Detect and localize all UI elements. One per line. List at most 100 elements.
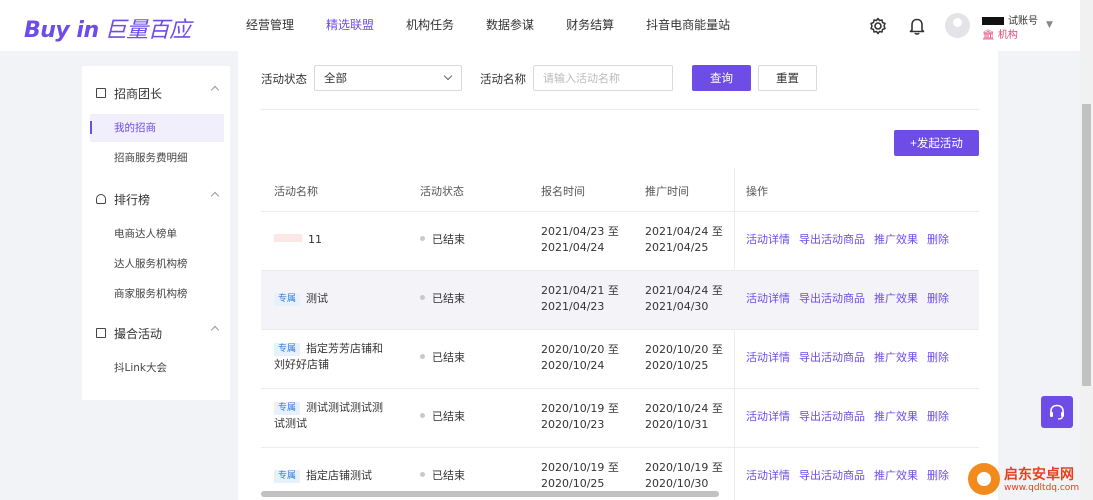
nav-item[interactable]: 财务结算 xyxy=(566,0,614,51)
status-dot-icon xyxy=(420,295,425,300)
activity-name-cell: 专属 测试测试测试测 试测试 xyxy=(274,400,399,432)
nav-item[interactable]: 机构任务 xyxy=(406,0,454,51)
watermark-title: 启东安卓网 xyxy=(1004,467,1074,483)
sidebar-group[interactable]: 招商团长 xyxy=(82,78,230,108)
status-dot-icon xyxy=(420,354,425,359)
actions-cell: 活动详情 导出活动商品 推广效果 删除 xyxy=(746,291,958,307)
activity-name: 测试 xyxy=(306,292,329,305)
sidebar-group[interactable]: 撮合活动 xyxy=(82,318,230,348)
chevron-up-icon[interactable] xyxy=(210,191,220,201)
headset-icon xyxy=(1050,404,1064,420)
promo-time-cell: 2021/04/24 至 2021/04/25 xyxy=(645,224,723,256)
export-products-link[interactable]: 导出活动商品 xyxy=(799,292,865,305)
status-cell: 已结束 xyxy=(420,350,465,366)
chevron-down-icon xyxy=(443,71,453,81)
delete-link[interactable]: 删除 xyxy=(927,410,949,423)
bell-icon[interactable] xyxy=(907,16,927,36)
activity-detail-link[interactable]: 活动详情 xyxy=(746,351,790,364)
account-name[interactable]: 试账号 xyxy=(982,12,1038,27)
signup-time-text: 2020/10/23 xyxy=(541,418,605,431)
export-products-link[interactable]: 导出活动商品 xyxy=(799,233,865,246)
chevron-up-icon[interactable] xyxy=(210,325,220,335)
column-header: 报名时间 xyxy=(541,185,585,198)
reset-button[interactable]: 重置 xyxy=(758,65,817,91)
sidebar-group-label: 撮合活动 xyxy=(114,326,163,341)
promo-time-cell: 2021/04/24 至 2021/04/30 xyxy=(645,283,723,315)
exclusive-tag: 专属 xyxy=(274,343,301,356)
activity-name: 11 xyxy=(308,233,322,246)
chevron-down-icon[interactable]: ▼ xyxy=(1046,20,1053,30)
actions-cell: 活动详情 导出活动商品 推广效果 删除 xyxy=(746,468,958,484)
signup-time-cell: 2020/10/19 至 2020/10/23 xyxy=(541,401,619,433)
search-button[interactable]: 查询 xyxy=(692,65,751,91)
delete-link[interactable]: 删除 xyxy=(927,292,949,305)
user-avatar-icon[interactable] xyxy=(945,13,970,38)
sidebar-item[interactable]: 招商服务费明细 xyxy=(90,144,224,172)
promotion-effect-link[interactable]: 推广效果 xyxy=(874,233,918,246)
promo-time-text: 2021/04/25 xyxy=(645,241,709,254)
activity-name-cell: 专属 指定店铺测试 xyxy=(274,468,399,484)
activity-detail-link[interactable]: 活动详情 xyxy=(746,292,790,305)
delete-link[interactable]: 删除 xyxy=(927,351,949,364)
nav-item[interactable]: 精选联盟 xyxy=(326,0,374,51)
signup-time-text: 2020/10/19 至 xyxy=(541,461,619,474)
account-type: 🏛 机构 xyxy=(982,30,1018,41)
table-horizontal-scrollbar[interactable] xyxy=(261,491,719,497)
column-header: 活动状态 xyxy=(420,185,464,198)
actions-cell: 活动详情 导出活动商品 推广效果 删除 xyxy=(746,409,958,425)
promotion-effect-link[interactable]: 推广效果 xyxy=(874,410,918,423)
status-filter-label: 活动状态 xyxy=(261,72,307,86)
promo-time-cell: 2020/10/19 至 2020/10/30 xyxy=(645,460,723,492)
signup-time-text: 2020/10/20 至 xyxy=(541,343,619,356)
sidebar-item[interactable]: 抖Link大会 xyxy=(90,354,224,382)
activity-name: 刘好好店铺 xyxy=(274,358,329,371)
page-scrollbar-thumb[interactable] xyxy=(1082,104,1091,386)
sidebar-item[interactable]: 电商达人榜单 xyxy=(90,220,224,248)
export-products-link[interactable]: 导出活动商品 xyxy=(799,351,865,364)
nav-item[interactable]: 数据参谋 xyxy=(486,0,534,51)
export-products-link[interactable]: 导出活动商品 xyxy=(799,469,865,482)
activity-name-input[interactable] xyxy=(533,65,673,91)
sidebar: 招商团长我的招商 招商服务费明细排行榜电商达人榜单 达人服务机构榜 商家服务机构榜撮合… xyxy=(82,66,230,400)
status-text: 已结束 xyxy=(432,233,465,246)
promotion-effect-link[interactable]: 推广效果 xyxy=(874,351,918,364)
activity-name-cell: 专属 测试 xyxy=(274,291,399,307)
delete-link[interactable]: 删除 xyxy=(927,469,949,482)
signup-time-text: 2020/10/25 xyxy=(541,477,605,490)
signup-time-text: 2020/10/24 xyxy=(541,359,605,372)
column-header: 推广时间 xyxy=(645,185,689,198)
chevron-up-icon[interactable] xyxy=(210,85,220,95)
signup-time-text: 2020/10/19 至 xyxy=(541,402,619,415)
name-filter-label: 活动名称 xyxy=(480,72,526,86)
activity-name-cell: 11 xyxy=(274,232,399,248)
actions-cell: 活动详情 导出活动商品 推广效果 删除 xyxy=(746,350,958,366)
status-dot-icon xyxy=(420,413,425,418)
activity-name: 指定店铺测试 xyxy=(306,469,373,482)
promo-time-text: 2020/10/30 xyxy=(645,477,709,490)
activity-detail-link[interactable]: 活动详情 xyxy=(746,410,790,423)
promo-time-text: 2020/10/20 至 xyxy=(645,343,723,356)
export-products-link[interactable]: 导出活动商品 xyxy=(799,410,865,423)
activity-name: 测试测试测试测 xyxy=(306,401,384,414)
sidebar-item[interactable]: 我的招商 xyxy=(90,114,224,142)
promotion-effect-link[interactable]: 推广效果 xyxy=(874,292,918,305)
nav-item[interactable]: 抖音电商能量站 xyxy=(646,0,730,51)
gear-icon[interactable] xyxy=(868,16,888,36)
watermark: 启东安卓网 www.qdltdq.com xyxy=(968,460,1093,500)
customer-support-button[interactable] xyxy=(1041,396,1073,428)
sidebar-item[interactable]: 达人服务机构榜 xyxy=(90,250,224,278)
activity-detail-link[interactable]: 活动详情 xyxy=(746,233,790,246)
promo-time-cell: 2020/10/20 至 2020/10/25 xyxy=(645,342,723,374)
sidebar-item[interactable]: 商家服务机构榜 xyxy=(90,280,224,308)
promotion-effect-link[interactable]: 推广效果 xyxy=(874,469,918,482)
logo[interactable]: Buy in 巨量百应 xyxy=(24,12,191,44)
activity-detail-link[interactable]: 活动详情 xyxy=(746,469,790,482)
status-select[interactable]: 全部 xyxy=(314,65,462,91)
sidebar-group[interactable]: 排行榜 xyxy=(82,184,230,214)
create-activity-button[interactable]: +发起活动 xyxy=(894,130,979,156)
nav-item[interactable]: 经营管理 xyxy=(246,0,294,51)
activity-name: 试测试 xyxy=(274,417,307,430)
signup-time-cell: 2020/10/19 至 2020/10/25 xyxy=(541,460,619,492)
sidebar-group-label: 排行榜 xyxy=(114,192,151,207)
delete-link[interactable]: 删除 xyxy=(927,233,949,246)
